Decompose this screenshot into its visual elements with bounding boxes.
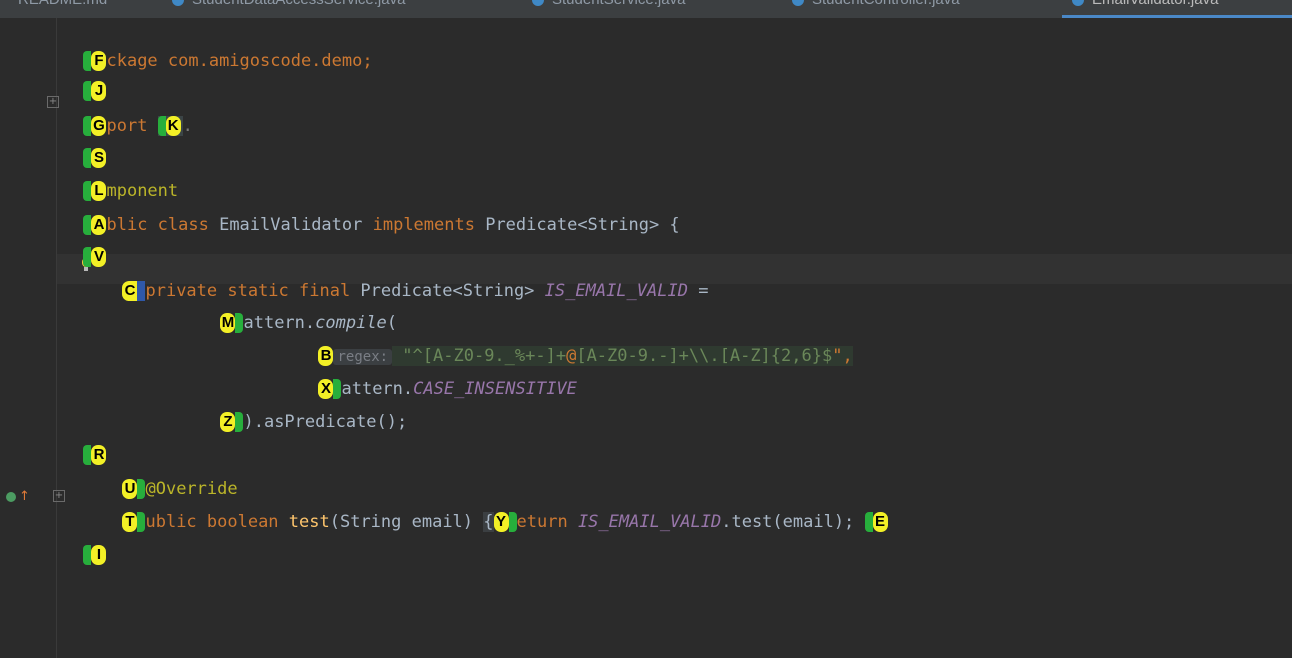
- code-line-blank[interactable]: V: [63, 224, 107, 267]
- code-line-override[interactable]: U @Override: [102, 456, 238, 499]
- jump-hint[interactable]: T: [122, 512, 146, 532]
- active-tab-indicator: [1062, 15, 1292, 18]
- tab-label: StudentDataAccessService.java: [192, 0, 405, 8]
- gutter-divider: [56, 18, 57, 658]
- code-line-annotation[interactable]: Lmponent: [63, 158, 178, 201]
- tab-label: EmailValidator.java: [1092, 0, 1218, 8]
- java-class-icon: [792, 0, 804, 7]
- code-line-closing-brace[interactable]: I: [63, 522, 107, 565]
- tab-label: StudentController.java: [812, 0, 960, 8]
- tab-email-validator[interactable]: EmailValidator.java: [1072, 0, 1218, 13]
- code-line-as-predicate[interactable]: Z).asPredicate();: [200, 389, 407, 432]
- tab-readme[interactable]: README.md: [18, 0, 107, 13]
- code-line-class-decl[interactable]: Ablic class EmailValidator implements Pr…: [63, 192, 680, 235]
- code-line-pattern-compile[interactable]: Mattern.compile(: [200, 290, 397, 333]
- overrides-method-icon[interactable]: ↑: [6, 490, 30, 504]
- jump-hint[interactable]: Y: [493, 512, 517, 532]
- editor-tab-bar: README.md StudentDataAccessService.java …: [0, 0, 1292, 18]
- java-class-icon: [172, 0, 184, 7]
- tab-readme-label: README.md: [18, 0, 107, 8]
- code-line-import[interactable]: Gport K.: [63, 93, 193, 136]
- code-line-blank[interactable]: S: [63, 125, 107, 168]
- code-line-blank[interactable]: J: [63, 58, 107, 101]
- code-line-flag[interactable]: Xattern.CASE_INSENSITIVE: [298, 356, 577, 399]
- jump-hint[interactable]: I: [83, 545, 107, 565]
- fold-expand-icon[interactable]: +: [47, 96, 59, 108]
- java-class-icon: [532, 0, 544, 7]
- code-line-regex[interactable]: Bregex: "^[A-Z0-9._%+-]+@[A-Z0-9.-]+\\.[…: [298, 323, 853, 366]
- fold-expand-icon[interactable]: +: [53, 490, 65, 502]
- code-line-package[interactable]: Fckage com.amigoscode.demo;: [63, 28, 373, 71]
- tab-student-data-access-service[interactable]: StudentDataAccessService.java: [172, 0, 405, 13]
- gutter: [0, 18, 56, 658]
- code-line-field-decl[interactable]: Cprivate static final Predicate<String> …: [102, 258, 708, 301]
- jump-hint[interactable]: M: [220, 313, 244, 333]
- tab-label: StudentService.java: [552, 0, 685, 8]
- jump-hint[interactable]: K: [157, 116, 183, 136]
- jump-hint[interactable]: E: [864, 512, 888, 532]
- java-class-icon: [1072, 0, 1084, 7]
- tab-student-controller[interactable]: StudentController.java: [792, 0, 960, 13]
- code-line-test-method[interactable]: Tublic boolean test(String email) {Yetur…: [102, 489, 888, 532]
- tab-student-service[interactable]: StudentService.java: [532, 0, 685, 13]
- jump-hint[interactable]: Z: [220, 412, 244, 432]
- code-line-blank[interactable]: R: [63, 422, 107, 465]
- jump-hint[interactable]: C: [122, 281, 146, 301]
